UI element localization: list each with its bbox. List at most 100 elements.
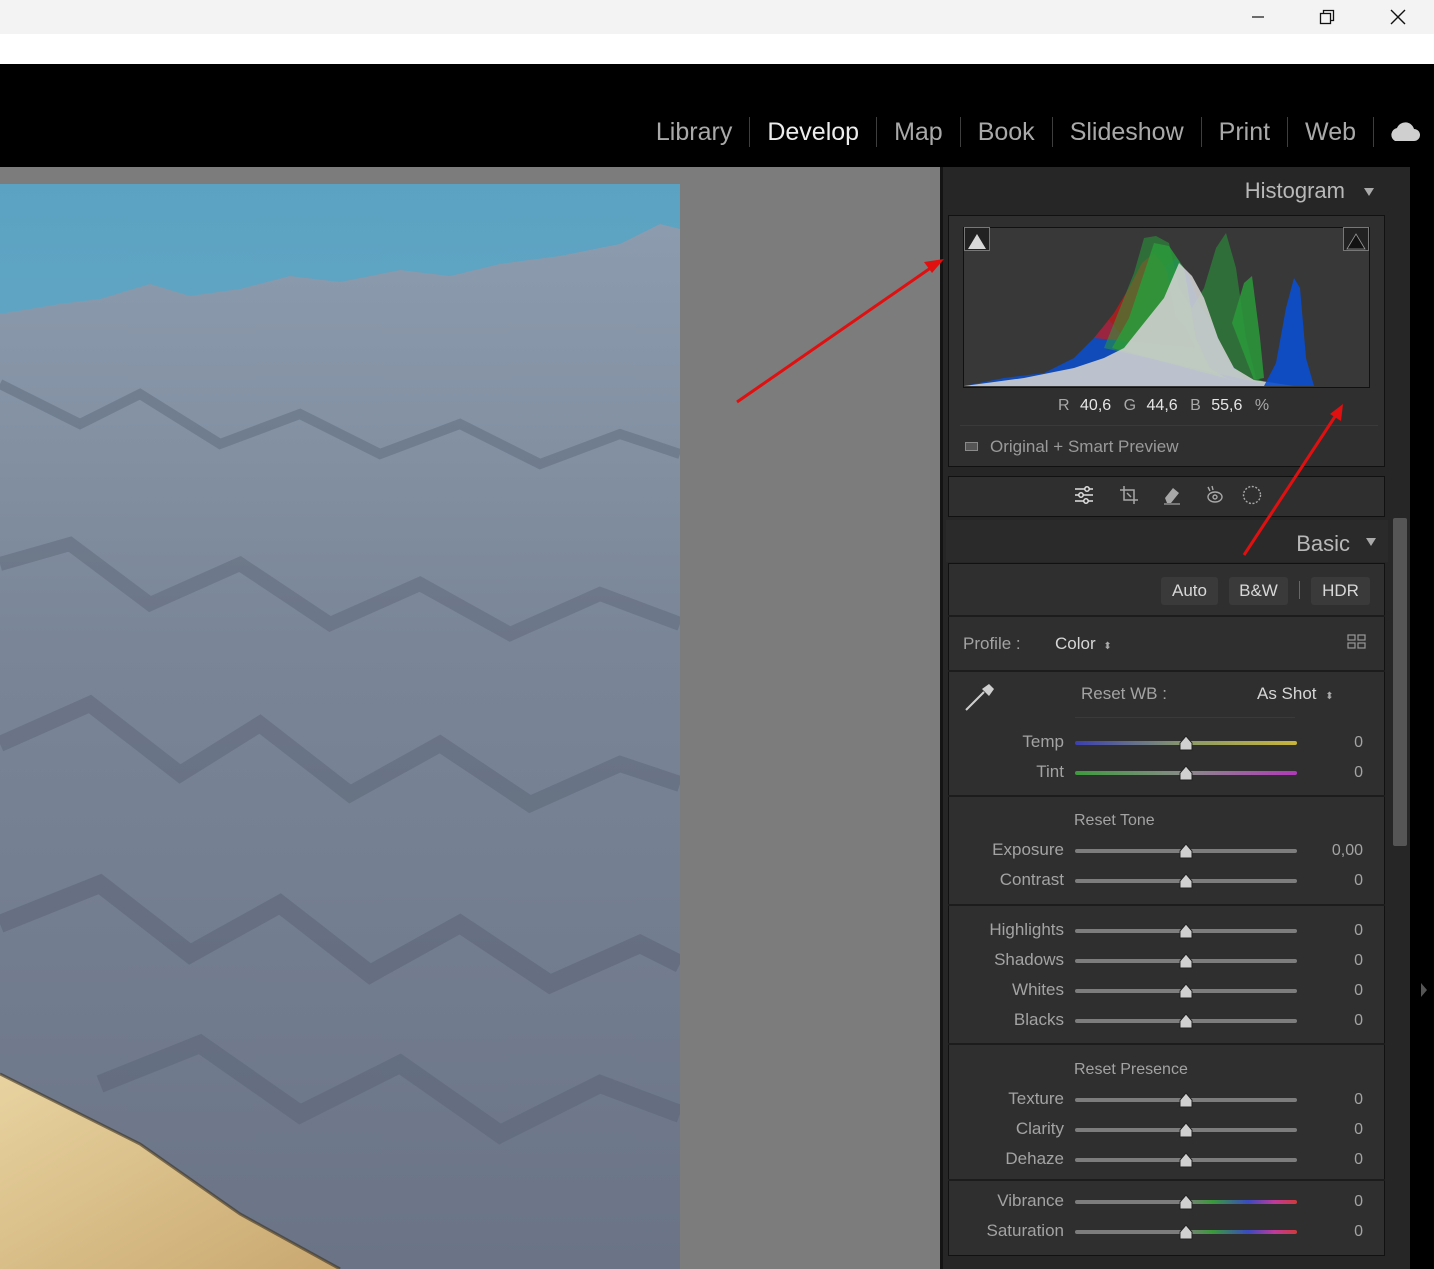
- module-map[interactable]: Map: [877, 117, 960, 147]
- whites-label: Whites: [1012, 980, 1064, 999]
- section-divider: [948, 615, 1385, 617]
- reset-presence-label[interactable]: Reset Presence: [1074, 1061, 1188, 1079]
- dehaze-value[interactable]: 0: [1303, 1151, 1363, 1169]
- highlight-clipping-button[interactable]: [1343, 227, 1369, 251]
- vibrance-slider-thumb[interactable]: [1179, 1194, 1193, 1210]
- minimize-icon: [1252, 16, 1264, 18]
- whites-slider-thumb[interactable]: [1179, 983, 1193, 999]
- close-button[interactable]: [1375, 0, 1421, 34]
- module-print[interactable]: Print: [1202, 117, 1287, 147]
- histogram-graph[interactable]: [963, 227, 1370, 388]
- profile-dropdown[interactable]: Color ⬍: [1055, 634, 1112, 654]
- clarity-slider-thumb[interactable]: [1179, 1122, 1193, 1138]
- module-slideshow[interactable]: Slideshow: [1053, 117, 1201, 147]
- texture-value[interactable]: 0: [1303, 1091, 1363, 1109]
- photo-viewer[interactable]: [0, 167, 940, 1269]
- blacks-slider-thumb[interactable]: [1179, 1013, 1193, 1029]
- close-icon: [1390, 9, 1406, 25]
- red-eye-tool-button[interactable]: [1202, 483, 1226, 507]
- module-book[interactable]: Book: [961, 117, 1052, 147]
- shadows-slider-thumb[interactable]: [1179, 953, 1193, 969]
- temp-label: Temp: [1022, 732, 1064, 751]
- contrast-value[interactable]: 0: [1303, 872, 1363, 890]
- temp-slider-thumb[interactable]: [1179, 735, 1193, 751]
- section-divider: [948, 795, 1385, 797]
- restore-button[interactable]: [1304, 0, 1350, 34]
- panel-scrollbar-thumb[interactable]: [1393, 518, 1407, 846]
- g-value: 44,6: [1146, 397, 1178, 414]
- wb-eyedropper-button[interactable]: [962, 680, 998, 719]
- texture-label: Texture: [1008, 1089, 1064, 1108]
- healing-tool-button[interactable]: [1160, 483, 1184, 507]
- highlights-label: Highlights: [989, 920, 1064, 939]
- module-web[interactable]: Web: [1288, 117, 1373, 147]
- rgb-unit: %: [1254, 397, 1270, 414]
- crop-icon: [1120, 486, 1138, 504]
- grid-icon: [1347, 634, 1366, 649]
- module-library[interactable]: Library: [639, 117, 749, 147]
- basic-panel-title[interactable]: Basic: [1296, 531, 1350, 557]
- b-label: B: [1190, 397, 1201, 414]
- treatment-divider: [1299, 581, 1300, 599]
- saturation-value[interactable]: 0: [1303, 1223, 1363, 1241]
- shadows-label: Shadows: [994, 950, 1064, 969]
- window-title-bar: [0, 0, 1434, 34]
- red-eye-icon: [1207, 485, 1223, 503]
- tint-value[interactable]: 0: [1303, 764, 1363, 782]
- profile-label: Profile :: [963, 634, 1021, 653]
- highlights-slider-thumb[interactable]: [1179, 923, 1193, 939]
- edit-tool-button[interactable]: [1072, 483, 1096, 507]
- profile-browser-button[interactable]: [1347, 633, 1367, 656]
- section-divider: [948, 904, 1385, 906]
- masking-tool-button[interactable]: [1240, 483, 1264, 507]
- dropdown-arrows-icon: ⬍: [1103, 641, 1112, 652]
- contrast-slider-thumb[interactable]: [1179, 873, 1193, 889]
- dehaze-slider-thumb[interactable]: [1179, 1152, 1193, 1168]
- tint-slider-thumb[interactable]: [1179, 765, 1193, 781]
- dropdown-arrows-icon: ⬍: [1325, 691, 1334, 702]
- expand-panel-arrow-icon[interactable]: [1416, 980, 1434, 1000]
- wb-value: As Shot: [1257, 684, 1317, 703]
- shadows-value[interactable]: 0: [1303, 952, 1363, 970]
- exposure-slider-thumb[interactable]: [1179, 843, 1193, 859]
- exposure-value[interactable]: 0,00: [1303, 842, 1363, 860]
- texture-slider-thumb[interactable]: [1179, 1092, 1193, 1108]
- photo-image: [0, 184, 680, 1269]
- histogram-collapse-icon[interactable]: [1364, 188, 1374, 196]
- cloud-sync-button[interactable]: [1374, 117, 1434, 147]
- basic-collapse-icon[interactable]: [1366, 538, 1376, 546]
- section-divider: [948, 1179, 1385, 1181]
- section-divider: [948, 670, 1385, 672]
- blacks-label: Blacks: [1013, 1010, 1064, 1029]
- shadow-clip-triangle-icon: [968, 234, 986, 249]
- hdr-button[interactable]: HDR: [1311, 577, 1370, 605]
- mountain-photo: [0, 184, 680, 1269]
- vibrance-value[interactable]: 0: [1303, 1193, 1363, 1211]
- temp-value[interactable]: 0: [1303, 734, 1363, 752]
- whites-value[interactable]: 0: [1303, 982, 1363, 1000]
- preview-status[interactable]: Original + Smart Preview: [990, 437, 1178, 457]
- bw-button[interactable]: B&W: [1229, 577, 1288, 605]
- auto-button[interactable]: Auto: [1161, 577, 1218, 605]
- shadow-clipping-button[interactable]: [964, 227, 990, 251]
- clarity-label: Clarity: [1015, 1119, 1064, 1138]
- histogram-panel-title[interactable]: Histogram: [1245, 178, 1345, 204]
- minimize-button[interactable]: [1235, 0, 1281, 34]
- clarity-value[interactable]: 0: [1303, 1121, 1363, 1139]
- eyedropper-icon: [965, 684, 994, 711]
- histogram-divider: [960, 425, 1378, 426]
- histogram-curves: [964, 233, 1314, 386]
- exposure-label: Exposure: [992, 840, 1064, 859]
- cloud-icon: [1391, 122, 1420, 141]
- module-picker: Library Develop Map Book Slideshow Print…: [639, 112, 1434, 152]
- saturation-slider-thumb[interactable]: [1179, 1224, 1193, 1240]
- reset-wb-label[interactable]: Reset WB :: [1081, 684, 1167, 704]
- wb-dropdown[interactable]: As Shot ⬍: [1257, 684, 1334, 704]
- blacks-value[interactable]: 0: [1303, 1012, 1363, 1030]
- reset-tone-label[interactable]: Reset Tone: [1074, 812, 1155, 830]
- r-label: R: [1058, 397, 1070, 414]
- crop-tool-button[interactable]: [1117, 483, 1141, 507]
- module-develop[interactable]: Develop: [750, 117, 876, 147]
- highlights-value[interactable]: 0: [1303, 922, 1363, 940]
- wb-divider: [1075, 717, 1295, 718]
